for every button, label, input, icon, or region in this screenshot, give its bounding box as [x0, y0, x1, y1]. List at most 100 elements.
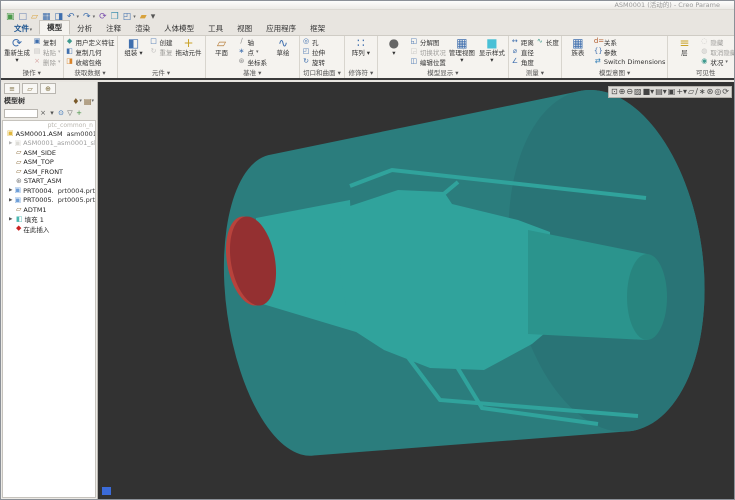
chevron-down-icon[interactable]: ▾: [77, 14, 80, 20]
folder-icon[interactable]: ▰: [140, 12, 147, 22]
new-file-icon[interactable]: □: [19, 12, 28, 22]
chevron-down-icon[interactable]: ▾: [79, 98, 82, 104]
point-display-icon[interactable]: ∗: [699, 87, 706, 97]
tab-模型[interactable]: 模型: [39, 20, 70, 35]
tree-node-asm-front[interactable]: ▱ASM_FRONT: [3, 167, 95, 177]
tab-人体模型[interactable]: 人体模型: [157, 22, 201, 35]
zoom-in-icon[interactable]: ⊕: [619, 87, 626, 97]
windows-icon[interactable]: ◰: [123, 12, 132, 22]
exploded-view-button[interactable]: ◱分解图: [410, 37, 446, 46]
refit-icon[interactable]: ⊡: [611, 87, 618, 97]
drag-components-button[interactable]: +拖动元件: [175, 37, 203, 57]
angle-button[interactable]: ∠角度: [511, 57, 534, 66]
point-button[interactable]: ∗点▾: [238, 47, 268, 56]
family-table-button[interactable]: ▦族表: [564, 37, 592, 57]
regenerate-button[interactable]: ⟳重新生成 ▾: [3, 37, 31, 64]
parameters-button[interactable]: {}参数: [594, 47, 666, 56]
saved-orientations-icon[interactable]: ▤▾: [655, 87, 667, 97]
tree-node-asm0001[interactable]: ▣ASM0001.ASMasm0001.asm: [3, 129, 95, 139]
toggle-status-button[interactable]: ◲切换状况: [410, 47, 446, 56]
length-button[interactable]: ∿长度: [536, 37, 559, 46]
distance-button[interactable]: ↔距离: [511, 37, 534, 46]
filter-icon[interactable]: ▽: [66, 109, 74, 117]
tab-渲染[interactable]: 渲染: [128, 22, 157, 35]
search-dropdown-icon[interactable]: ▾: [48, 109, 56, 117]
tab-工具[interactable]: 工具: [201, 22, 230, 35]
axis-display-icon[interactable]: ∕: [695, 87, 698, 97]
copy-button[interactable]: ▣复制: [33, 37, 61, 46]
shading-style-icon[interactable]: ■▾: [643, 87, 655, 97]
tree-node-fill1[interactable]: ▶◧填充 1: [3, 215, 95, 225]
spin-center-icon[interactable]: ⟳: [722, 87, 729, 97]
inner-shaft-end[interactable]: [627, 254, 667, 340]
shrinkwrap-button[interactable]: ◨收缩包络: [66, 57, 115, 66]
paste-button[interactable]: ▤粘贴▾: [33, 47, 61, 56]
tree-node-start-asm[interactable]: ⊛START_ASM: [3, 177, 95, 187]
ribbon-group-label[interactable]: 基准 ▾: [207, 67, 299, 78]
udf-button[interactable]: ◆用户定义特征: [66, 37, 115, 46]
ribbon-group-label[interactable]: 模型显示 ▾: [379, 67, 507, 78]
redo-icon[interactable]: ↷: [83, 12, 91, 22]
chevron-down-icon[interactable]: ▾: [133, 14, 136, 20]
tree-node-adtm1[interactable]: ▱ADTM1: [3, 205, 95, 215]
tree-node-skeleton[interactable]: ▶▣ASM0001_asm0001_ske1000: [3, 139, 95, 149]
csys-display-icon[interactable]: ⊛: [707, 87, 714, 97]
expand-icon[interactable]: +: [75, 109, 83, 117]
expand-arrow-icon[interactable]: ▶: [9, 188, 13, 193]
ribbon-group-label[interactable]: 可见性: [669, 67, 734, 78]
search-input[interactable]: [4, 109, 38, 118]
tab-file[interactable]: 文件 ▾: [7, 22, 39, 35]
assemble-button[interactable]: ◧组装 ▾: [120, 37, 148, 57]
favorites-tab[interactable]: ⊕: [40, 83, 56, 94]
layers-button[interactable]: ≡层: [670, 37, 698, 57]
ribbon-group-label[interactable]: 修饰符 ▾: [346, 67, 376, 78]
tree-node-prt0005[interactable]: ▶▣PRT0005.prt0005.prt: [3, 196, 95, 206]
axis-button[interactable]: ∕轴: [238, 37, 268, 46]
tab-分析[interactable]: 分析: [70, 22, 99, 35]
csys-button[interactable]: ⊛坐标系: [238, 57, 268, 66]
tab-框架[interactable]: 框架: [303, 22, 332, 35]
hide-button[interactable]: ◌隐藏: [700, 37, 734, 46]
ribbon-group-label[interactable]: 切口和曲面 ▾: [301, 67, 343, 78]
expand-arrow-icon[interactable]: ▶: [9, 141, 12, 146]
expand-arrow-icon[interactable]: ▶: [9, 217, 14, 222]
chevron-down-icon[interactable]: ▾: [91, 98, 94, 104]
tree-node-asm-top[interactable]: ▱ASM_TOP: [3, 158, 95, 168]
graphics-area[interactable]: ⊡⊕⊖▨■▾▤▾▣+▾▱∕∗⊛◎⟳: [98, 82, 734, 499]
tree-settings-icon[interactable]: ▤: [84, 97, 92, 106]
relations-button[interactable]: d=关系: [594, 37, 666, 46]
zoom-out-icon[interactable]: ⊖: [626, 87, 633, 97]
repeat-button[interactable]: ↻重复: [150, 47, 173, 56]
repaint-icon[interactable]: ▨: [634, 87, 642, 97]
delete-button[interactable]: ×删除▾: [33, 57, 61, 66]
3d-model-view[interactable]: [98, 82, 735, 500]
search-icon[interactable]: ⊙: [57, 109, 65, 117]
regenerate-quick-icon[interactable]: ⟳: [99, 12, 107, 22]
expand-arrow-icon[interactable]: ▶: [9, 198, 13, 203]
tab-视图[interactable]: 视图: [230, 22, 259, 35]
plane-display-icon[interactable]: ▱: [688, 87, 694, 97]
tree-node-asm-side[interactable]: ▱ASM_SIDE: [3, 148, 95, 158]
create-component-button[interactable]: □创建: [150, 37, 173, 46]
hole-button[interactable]: ◎孔: [302, 37, 325, 46]
ribbon-group-label[interactable]: 模型意图 ▾: [563, 67, 667, 78]
model-tree-tab[interactable]: ≡: [4, 83, 20, 94]
edit-position-button[interactable]: ◫编辑位置: [410, 57, 446, 66]
view-manager-icon[interactable]: ▣: [668, 87, 676, 97]
clear-search-icon[interactable]: ×: [39, 109, 47, 117]
revolve-button[interactable]: ↻旋转: [302, 57, 325, 66]
customize-icon[interactable]: ▾: [151, 12, 156, 22]
appearance-button[interactable]: ● ▾: [380, 37, 408, 57]
model-display-icon[interactable]: ❒: [111, 12, 119, 22]
unhide-button[interactable]: ◍取消隐藏▾: [700, 47, 734, 56]
display-style-button[interactable]: ■显示样式 ▾: [478, 37, 506, 64]
tree-options-icon[interactable]: ♦: [72, 97, 79, 106]
datum-display-icon[interactable]: +▾: [676, 87, 687, 97]
extrude-button[interactable]: ◰拉伸: [302, 47, 325, 56]
open-file-icon[interactable]: ▱: [31, 12, 38, 22]
tree-node-prt0004[interactable]: ▶▣PRT0004.prt0004.prt: [3, 186, 95, 196]
sketch-button[interactable]: ∿草绘: [269, 37, 297, 57]
ribbon-group-label[interactable]: 操作 ▾: [2, 67, 62, 78]
plane-button[interactable]: ▱平面: [208, 37, 236, 57]
app-icon[interactable]: ▣: [6, 12, 15, 22]
